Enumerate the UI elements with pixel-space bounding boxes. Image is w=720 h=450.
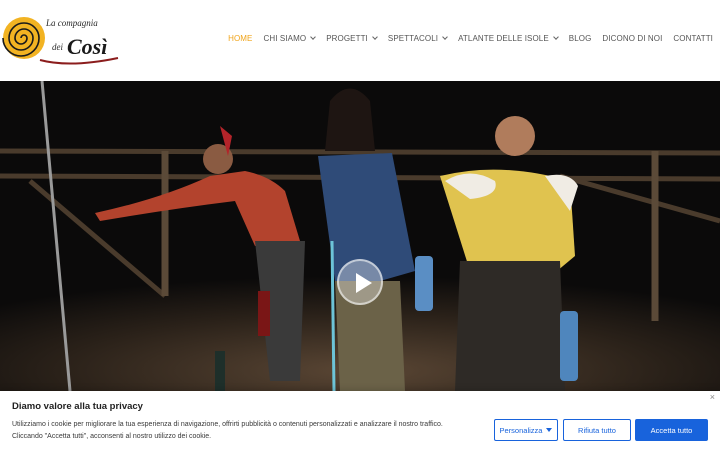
nav-item-home[interactable]: HOME: [228, 34, 252, 43]
logo-line2: dei: [52, 42, 63, 52]
logo-line3: Così: [67, 34, 107, 59]
customize-button[interactable]: Personalizza: [494, 419, 558, 441]
cookie-consent-banner: × Diamo valore alla tua privacy Utilizzi…: [0, 391, 720, 450]
hero-video[interactable]: [0, 81, 720, 391]
nav-item-progetti[interactable]: PROGETTI: [326, 33, 378, 43]
chevron-down-icon: [552, 33, 559, 40]
play-video-button[interactable]: [337, 259, 383, 305]
nav-item-blog[interactable]: BLOG: [569, 34, 592, 43]
main-nav: HOME CHI SIAMO PROGETTI SPETTACOLI ATLAN…: [217, 31, 713, 45]
cookie-description: Utilizziamo i cookie per migliorare la t…: [12, 419, 482, 443]
nav-item-contatti[interactable]: CONTATTI: [673, 34, 713, 43]
close-icon[interactable]: ×: [710, 392, 715, 402]
reject-all-button[interactable]: Rifiuta tutto: [563, 419, 631, 441]
site-logo[interactable]: La compagnia dei Così: [0, 8, 125, 70]
chevron-down-icon: [310, 33, 317, 40]
site-header: La compagnia dei Così HOME CHI SIAMO PRO…: [0, 0, 720, 81]
cookie-text-line1: Utilizziamo i cookie per migliorare la t…: [12, 421, 443, 428]
chevron-down-icon: [372, 33, 378, 40]
nav-item-spettacoli[interactable]: SPETTACOLI: [388, 33, 448, 43]
hero-performance-image: [0, 81, 720, 391]
cookie-text-line2: Cliccando "Accetta tutti", acconsenti al…: [12, 433, 212, 440]
accept-all-button[interactable]: Accetta tutto: [635, 419, 708, 441]
cookie-title: Diamo valore alla tua privacy: [12, 401, 143, 412]
spiral-emblem: [2, 17, 45, 59]
chevron-down-icon: [442, 33, 448, 40]
nav-item-chi-siamo[interactable]: CHI SIAMO: [264, 33, 317, 43]
nav-item-atlante-delle-isole[interactable]: ATLANTE DELLE ISOLE: [458, 33, 559, 43]
caret-down-icon: [546, 428, 553, 432]
logo-line1: La compagnia: [45, 18, 98, 28]
nav-item-dicono-di-noi[interactable]: DICONO DI NOI: [602, 34, 662, 43]
